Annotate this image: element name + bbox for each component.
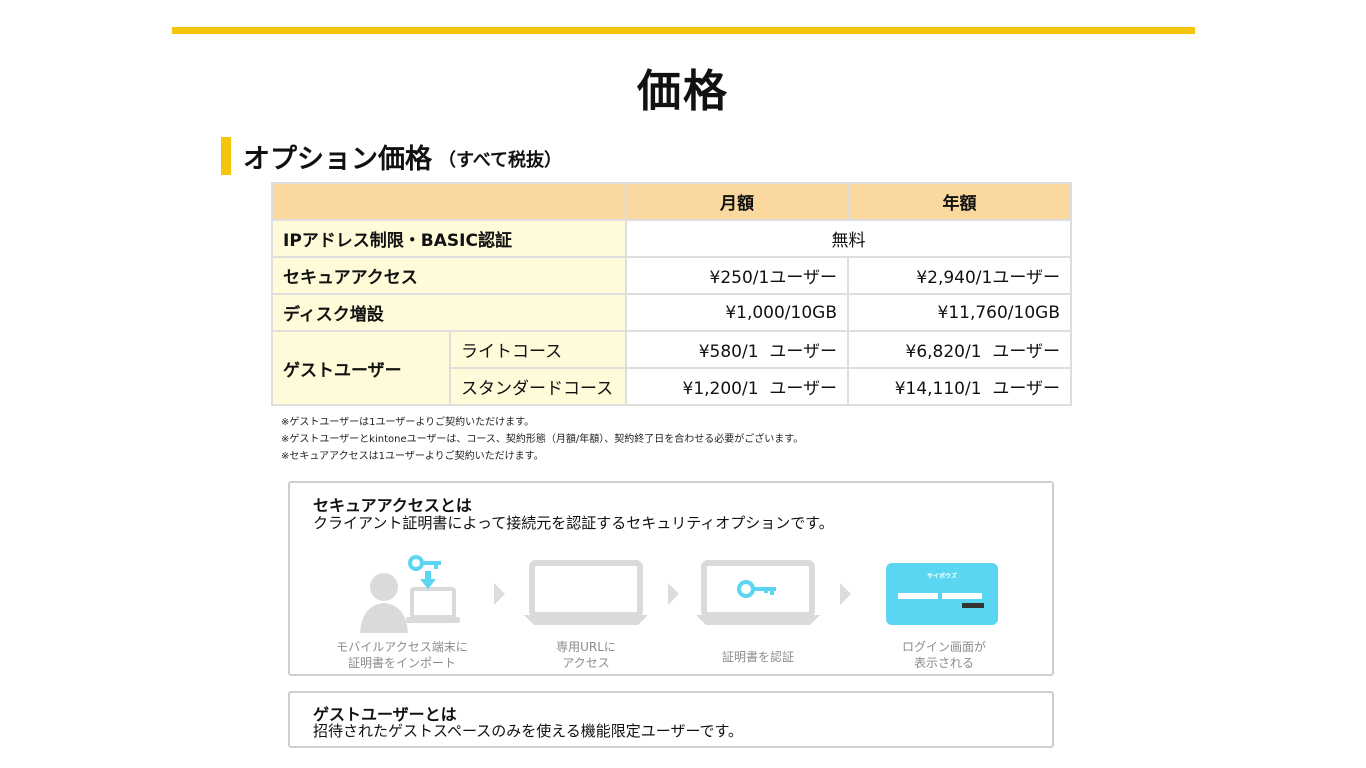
row-label: IPアドレス制限・BASIC認証 xyxy=(271,219,627,258)
laptop-key-icon xyxy=(696,560,820,625)
top-accent-bar xyxy=(172,27,1195,34)
login-password-field xyxy=(942,593,982,599)
step-import-certificate: モバイルアクセス端末に 証明書をインポート xyxy=(322,553,482,670)
table-row: ディスク増設 ¥1,000/10GB ¥11,760/10GB xyxy=(271,293,1072,332)
step-authenticate: 証明書を認証 xyxy=(678,553,838,664)
note-line: ※セキュアアクセスは1ユーザーよりご契約いただけます。 xyxy=(281,451,544,462)
price-monthly: ¥580/1 ユーザー xyxy=(625,330,849,369)
table-row: ゲストユーザー ライトコース ¥580/1 ユーザー ¥6,820/1 ユーザー xyxy=(271,330,1072,406)
table-header-row: 月額 年額 xyxy=(271,182,1072,221)
price-table: 月額 年額 IPアドレス制限・BASIC認証 無料 セキュアアクセス ¥250/… xyxy=(271,182,1072,406)
secure-access-box: セキュアアクセスとは クライアント証明書によって接続元を認証するセキュリティオプ… xyxy=(288,481,1054,676)
price-monthly: ¥1,200/1 ユーザー xyxy=(625,367,849,406)
section-subtitle: （すべて税抜） xyxy=(438,150,563,171)
price-yearly: ¥14,110/1 ユーザー xyxy=(847,367,1072,406)
note-line: ※ゲストユーザーとkintoneユーザーは、コース、契約形態（月額/年額）、契約… xyxy=(281,434,804,445)
chevron-right-icon xyxy=(840,583,851,605)
price-monthly: ¥250/1ユーザー xyxy=(625,256,849,295)
header-yearly: 年額 xyxy=(847,182,1072,221)
table-row: セキュアアクセス ¥250/1ユーザー ¥2,940/1ユーザー xyxy=(271,256,1072,295)
price-yearly: ¥11,760/10GB xyxy=(847,293,1072,332)
step-caption: ログイン画面が 表示される xyxy=(864,639,1024,671)
header-monthly: 月額 xyxy=(625,182,849,221)
price-free: 無料 xyxy=(625,219,1072,258)
guest-user-description: 招待されたゲストスペースのみを使える機能限定ユーザーです。 xyxy=(313,722,744,740)
note-line: ※ゲストユーザーは1ユーザーよりご契約いただけます。 xyxy=(281,417,535,428)
login-username-field xyxy=(898,593,938,599)
section-accent-bar xyxy=(221,137,231,175)
row-label: セキュアアクセス xyxy=(271,256,627,295)
secure-access-description: クライアント証明書によって接続元を認証するセキュリティオプションです。 xyxy=(313,514,834,532)
price-yearly: ¥6,820/1 ユーザー xyxy=(847,330,1072,369)
chevron-right-icon xyxy=(494,583,505,605)
step-caption-line1: 専用URLに xyxy=(556,640,616,654)
step-caption-line2: アクセス xyxy=(562,656,610,670)
table-row: IPアドレス制限・BASIC認証 無料 xyxy=(271,219,1072,258)
row-label: ゲストユーザー xyxy=(271,330,451,406)
course-label: スタンダードコース xyxy=(449,367,627,406)
step-caption-line1: ログイン画面が xyxy=(901,640,986,654)
step-caption-line2: 表示される xyxy=(913,656,974,670)
login-screen-title: サイボウズ xyxy=(926,573,957,580)
header-blank xyxy=(271,182,627,221)
course-label: ライトコース xyxy=(449,330,627,369)
row-label: ディスク増設 xyxy=(271,293,627,332)
login-button xyxy=(962,603,984,608)
section-heading: オプション価格 （すべて税抜） xyxy=(221,136,562,176)
guest-user-box: ゲストユーザーとは 招待されたゲストスペースのみを使える機能限定ユーザーです。 xyxy=(288,691,1054,748)
section-title: オプション価格 xyxy=(243,143,432,175)
step-caption-line1: 証明書を認証 xyxy=(721,650,794,664)
page-title: 価格 xyxy=(637,66,729,117)
login-screen-icon: サイボウズ xyxy=(886,563,998,625)
step-access-url: 専用URLに アクセス xyxy=(506,553,666,670)
step-caption-line2: 証明書をインポート xyxy=(347,656,456,670)
step-caption: 専用URLに アクセス xyxy=(506,639,666,671)
price-monthly: ¥1,000/10GB xyxy=(625,293,849,332)
step-caption: 証明書を認証 xyxy=(678,649,838,665)
user-laptop-key-icon xyxy=(360,555,460,633)
step-caption-line1: モバイルアクセス端末に xyxy=(336,640,468,654)
laptop-icon xyxy=(524,560,648,625)
price-yearly: ¥2,940/1ユーザー xyxy=(847,256,1072,295)
notes: ※ゲストユーザーは1ユーザーよりご契約いただけます。 ※ゲストユーザーとkint… xyxy=(281,414,803,465)
step-caption: モバイルアクセス端末に 証明書をインポート xyxy=(322,639,482,671)
